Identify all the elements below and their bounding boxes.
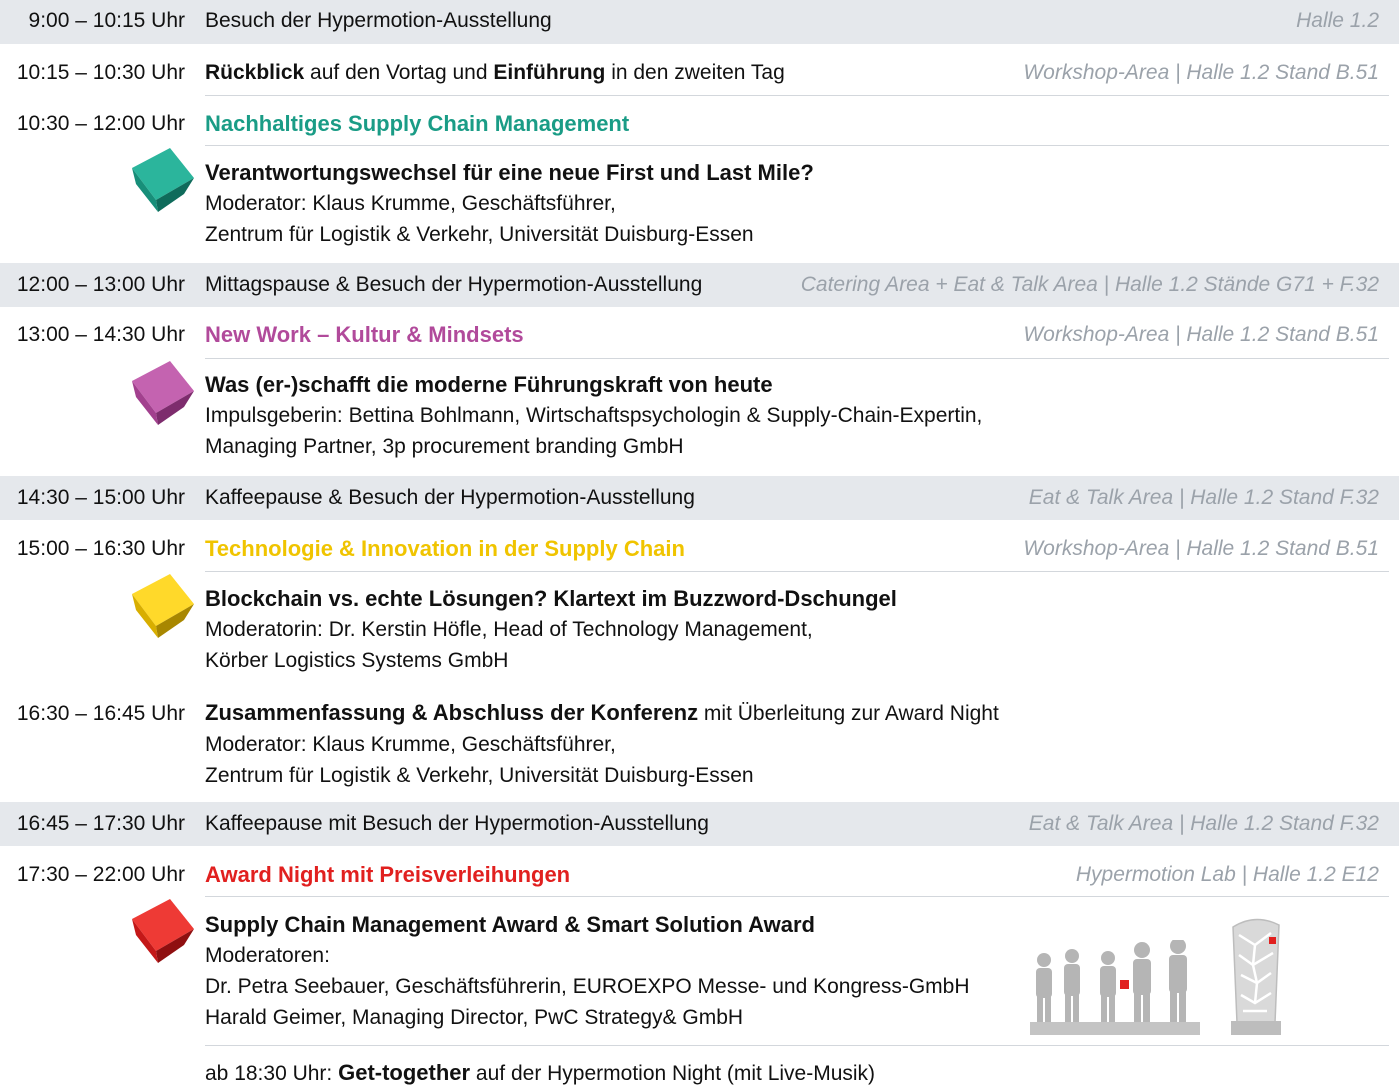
session-location: Eat & Talk Area | Halle 1.2 Stand F.32: [1028, 486, 1379, 509]
session-details: Verantwortungswechsel für eine neue Firs…: [205, 157, 814, 250]
session-location: Workshop-Area | Halle 1.2 Stand B.51: [1023, 61, 1379, 84]
session-description: Besuch der Hypermotion-Ausstellung: [205, 9, 552, 32]
moderators-label: Moderatoren:: [205, 944, 330, 967]
session-details: Zusammenfassung & Abschluss der Konferen…: [205, 697, 999, 791]
session-location: Workshop-Area | Halle 1.2 Stand B.51: [1023, 537, 1379, 560]
session-location: Hypermotion Lab | Halle 1.2 E12: [1075, 863, 1379, 886]
description-text: in den zweiten Tag: [605, 61, 785, 84]
cube-icon-magenta: [132, 361, 194, 425]
moderator-line: Dr. Petra Seebauer, Geschäftsführerin, E…: [205, 975, 970, 998]
moderator-line: Moderator: Klaus Krumme, Geschäftsführer…: [205, 733, 616, 756]
session-subtitle: Blockchain vs. echte Lösungen? Klartext …: [205, 586, 897, 611]
time-slot: 12:00 – 13:00 Uhr: [16, 273, 185, 296]
session-subtitle: Supply Chain Management Award & Smart So…: [205, 912, 815, 937]
keyword-intro: Einführung: [493, 61, 606, 84]
session-location: Eat & Talk Area | Halle 1.2 Stand F.32: [1028, 812, 1379, 835]
keyword-review: Rückblick: [205, 61, 305, 84]
session-details: Was (er-)schafft die moderne Führungskra…: [205, 369, 982, 462]
affiliation-line: Körber Logistics Systems GmbH: [205, 649, 509, 672]
time-slot: 10:30 – 12:00 Uhr: [16, 112, 185, 135]
schedule-row-9: 16:45 – 17:30 Uhr Kaffeepause mit Besuch…: [0, 802, 1399, 846]
track-title: Technologie & Innovation in der Supply C…: [205, 536, 685, 561]
divider: [205, 896, 1389, 897]
session-location: Catering Area + Eat & Talk Area | Halle …: [800, 273, 1379, 296]
closing-title: Zusammenfassung & Abschluss der Konferen…: [205, 700, 699, 725]
get-together-title: Get-together: [338, 1060, 471, 1085]
time-slot: 10:15 – 10:30 Uhr: [16, 61, 185, 84]
cube-icon-teal: [132, 148, 194, 212]
session-location: Halle 1.2: [1296, 9, 1379, 32]
session-location: Workshop-Area | Halle 1.2 Stand B.51: [1023, 323, 1379, 346]
moderator-line: Moderatorin: Dr. Kerstin Höfle, Head of …: [205, 618, 813, 641]
speaker-line: Impulsgeberin: Bettina Bohlmann, Wirtsch…: [205, 404, 983, 427]
time-slot: 9:00 – 10:15 Uhr: [28, 9, 185, 32]
cube-icon-red: [132, 899, 194, 963]
track-title: New Work – Kultur & Mindsets: [205, 322, 524, 347]
description-text: mit Überleitung zur Award Night: [698, 702, 999, 725]
session-description: Rückblick auf den Vortag und Einführung …: [205, 61, 785, 85]
divider: [205, 145, 1389, 146]
people-figures-icon: [1030, 940, 1200, 1035]
time-slot: 16:30 – 16:45 Uhr: [16, 702, 185, 725]
moderator-line: Harald Geimer, Managing Director, PwC St…: [205, 1006, 744, 1029]
session-details: Supply Chain Management Award & Smart So…: [205, 909, 970, 1033]
affiliation-line: Zentrum für Logistik & Verkehr, Universi…: [205, 764, 754, 787]
schedule-row-1: 9:00 – 10:15 Uhr Besuch der Hypermotion-…: [0, 0, 1399, 44]
divider: [205, 1045, 1389, 1046]
time-slot: 14:30 – 15:00 Uhr: [16, 486, 185, 509]
affiliation-line: Managing Partner, 3p procurement brandin…: [205, 435, 684, 458]
time-slot: 17:30 – 22:00 Uhr: [16, 863, 185, 886]
track-title: Award Night mit Preisverleihungen: [205, 862, 571, 887]
get-together-line: ab 18:30 Uhr: Get-together auf der Hyper…: [205, 1060, 875, 1086]
session-description: Kaffeepause & Besuch der Hypermotion-Aus…: [205, 486, 695, 509]
session-details: Blockchain vs. echte Lösungen? Klartext …: [205, 583, 897, 676]
cube-icon-yellow: [132, 574, 194, 638]
session-subtitle: Was (er-)schafft die moderne Führungskra…: [205, 372, 773, 397]
session-subtitle: Verantwortungswechsel für eine neue Firs…: [205, 160, 814, 185]
description-text: auf der Hypermotion Night (mit Live-Musi…: [470, 1062, 876, 1085]
session-headline: Zusammenfassung & Abschluss der Konferen…: [205, 697, 999, 729]
affiliation-line: Zentrum für Logistik & Verkehr, Universi…: [205, 223, 754, 246]
divider: [205, 571, 1389, 572]
session-description: Mittagspause & Besuch der Hypermotion-Au…: [205, 273, 703, 296]
time-slot: 13:00 – 14:30 Uhr: [16, 323, 185, 346]
time-slot: 16:45 – 17:30 Uhr: [16, 812, 185, 835]
moderator-line: Moderator: Klaus Krumme, Geschäftsführer…: [205, 192, 616, 215]
description-text: auf den Vortag und: [304, 61, 494, 84]
description-text: ab 18:30 Uhr:: [205, 1062, 339, 1085]
schedule-row-2: 10:15 – 10:30 Uhr Rückblick auf den Vort…: [0, 47, 1399, 95]
schedule-row-6: 14:30 – 15:00 Uhr Kaffeepause & Besuch d…: [0, 476, 1399, 520]
track-title: Nachhaltiges Supply Chain Management: [205, 111, 630, 136]
schedule-row-4: 12:00 – 13:00 Uhr Mittagspause & Besuch …: [0, 263, 1399, 307]
divider: [205, 95, 1389, 96]
time-slot: 15:00 – 16:30 Uhr: [16, 537, 185, 560]
divider: [205, 358, 1389, 359]
trophy-icon: [1231, 918, 1281, 1035]
session-description: Kaffeepause mit Besuch der Hypermotion-A…: [205, 812, 709, 835]
